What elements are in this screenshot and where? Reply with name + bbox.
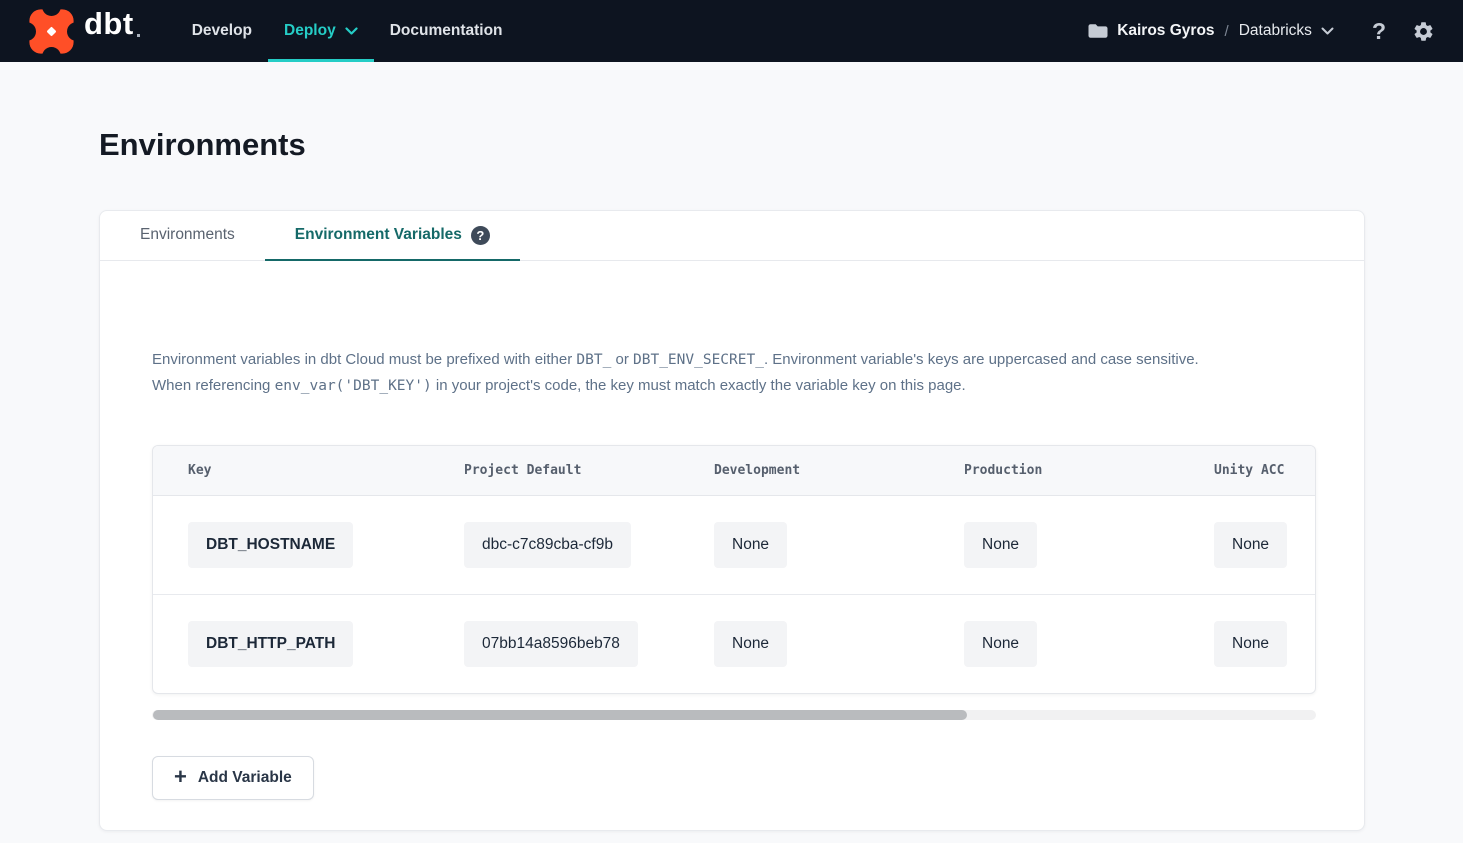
add-variable-button[interactable]: + Add Variable: [152, 756, 314, 800]
tab-bar: Environments Environment Variables?: [100, 211, 1364, 261]
navbar-right: Kairos Gyros / Databricks ?: [1087, 18, 1435, 45]
description-text: or: [611, 351, 633, 368]
tab-environments[interactable]: Environments: [110, 211, 265, 261]
table-row: DBT_HTTP_PATH 07bb14a8596beb78 None None Non…: [153, 595, 1315, 693]
chevron-down-icon: [345, 27, 358, 36]
nav-item-label: Develop: [192, 22, 252, 40]
column-header-production: Production: [964, 463, 1214, 478]
variable-value-chip[interactable]: None: [1214, 522, 1287, 568]
env-var-table: KeyProject DefaultDevelopmentProductionU…: [152, 445, 1316, 694]
primary-nav: Develop Deploy Documentation: [176, 0, 519, 62]
variable-value-chip[interactable]: None: [964, 621, 1037, 667]
description-text: Environment variables in dbt Cloud must …: [152, 351, 576, 368]
add-variable-label: Add Variable: [198, 769, 292, 787]
table-row: DBT_HOSTNAME dbc-c7c89cba-cf9b None None Non…: [153, 496, 1315, 595]
environment-variables-panel: Environment variables in dbt Cloud must …: [100, 261, 1364, 830]
horizontal-scrollbar-thumb[interactable]: [153, 710, 967, 720]
nav-item-label: Documentation: [390, 22, 503, 40]
dbt-logo-icon: [28, 8, 75, 55]
variable-key-chip: DBT_HTTP_PATH: [188, 621, 353, 667]
column-header-key: Key: [188, 463, 464, 478]
variable-key-chip: DBT_HOSTNAME: [188, 522, 353, 568]
column-header-development: Development: [714, 463, 964, 478]
page-title: Environments: [99, 126, 1463, 164]
description-text: . Environment variable's keys are upperc…: [764, 351, 1199, 368]
inline-code: DBT_ENV_SECRET_: [633, 352, 764, 368]
nav-item-documentation[interactable]: Documentation: [374, 0, 519, 62]
active-nav-underline: [268, 59, 374, 62]
tab-label: Environments: [140, 226, 235, 244]
breadcrumb-separator: /: [1225, 23, 1229, 40]
nav-item-develop[interactable]: Develop: [176, 0, 268, 62]
nav-item-deploy[interactable]: Deploy: [268, 0, 374, 62]
inline-code: DBT_: [576, 352, 611, 368]
help-icon[interactable]: ?: [1372, 18, 1386, 45]
env-var-description: Environment variables in dbt Cloud must …: [152, 347, 1316, 399]
variable-value-chip[interactable]: dbc-c7c89cba-cf9b: [464, 522, 631, 568]
project-name: Databricks: [1239, 22, 1312, 40]
variable-value-chip[interactable]: None: [714, 522, 787, 568]
description-line: Environment variables in dbt Cloud must …: [152, 347, 1316, 373]
variable-value-chip[interactable]: 07bb14a8596beb78: [464, 621, 638, 667]
chevron-down-icon: [1321, 27, 1334, 36]
dbt-brand[interactable]: dbt: [28, 8, 134, 55]
brand-wordmark: dbt: [84, 8, 134, 39]
variable-value-chip[interactable]: None: [714, 621, 787, 667]
variable-value-chip[interactable]: None: [1214, 621, 1287, 667]
inline-code: env_var('DBT_KEY'): [275, 378, 432, 394]
account-name: Kairos Gyros: [1117, 22, 1214, 40]
column-header-project-default: Project Default: [464, 463, 714, 478]
tab-help-icon[interactable]: ?: [471, 226, 490, 245]
table-body: DBT_HOSTNAME dbc-c7c89cba-cf9b None None Non…: [153, 496, 1315, 693]
environments-card: Environments Environment Variables? Envir…: [99, 210, 1365, 831]
tab-label: Environment Variables: [295, 226, 462, 244]
folder-icon: [1087, 22, 1108, 40]
project-picker[interactable]: Kairos Gyros / Databricks: [1087, 22, 1334, 40]
top-navbar: dbt Develop Deploy Documentation Kairos Gy…: [0, 0, 1463, 62]
variable-value-chip[interactable]: None: [964, 522, 1037, 568]
nav-item-label: Deploy: [284, 22, 336, 40]
column-header-unity-acc: Unity ACC: [1214, 463, 1315, 478]
table-header-row: KeyProject DefaultDevelopmentProductionU…: [153, 446, 1315, 496]
main-content: Environments Environments Environment Var…: [0, 126, 1463, 831]
tab-environment-variables[interactable]: Environment Variables?: [265, 211, 520, 261]
plus-icon: +: [174, 766, 187, 788]
description-text: in your project's code, the key must mat…: [432, 377, 966, 394]
gear-icon[interactable]: [1412, 20, 1435, 43]
horizontal-scrollbar-track[interactable]: [152, 710, 1316, 720]
description-text: When referencing: [152, 377, 275, 394]
description-line: When referencing env_var('DBT_KEY') in y…: [152, 373, 1316, 399]
